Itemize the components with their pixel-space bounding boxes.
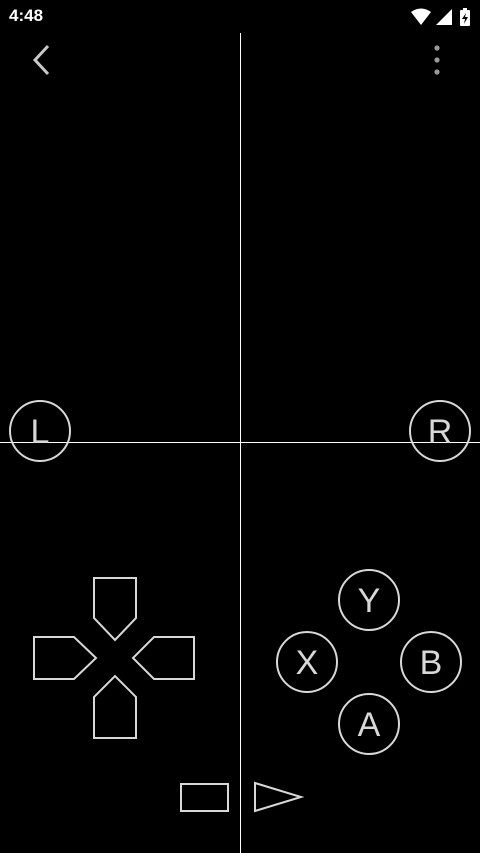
face-y-button[interactable]: Y (338, 569, 400, 631)
dpad-down-icon[interactable] (93, 674, 137, 739)
shoulder-l-label: L (31, 413, 50, 451)
overflow-menu-button[interactable] (416, 36, 458, 84)
face-x-button[interactable]: X (276, 631, 338, 693)
shoulder-l-button[interactable]: L (9, 400, 71, 462)
back-button[interactable] (18, 36, 64, 84)
face-a-button[interactable]: A (338, 693, 400, 755)
controller-overlay: L R Y X B A (0, 33, 480, 853)
dpad-right-icon[interactable] (131, 636, 195, 680)
face-y-label: Y (358, 582, 381, 620)
face-b-button[interactable]: B (400, 631, 462, 693)
dpad-left-icon[interactable] (33, 636, 98, 680)
dpad (33, 577, 195, 739)
start-play-icon[interactable] (254, 781, 305, 813)
face-a-label: A (358, 706, 381, 744)
select-button-icon[interactable] (180, 783, 229, 812)
face-x-label: X (296, 644, 319, 682)
shoulder-r-button[interactable]: R (409, 400, 471, 462)
face-b-label: B (420, 644, 443, 682)
shoulder-r-label: R (428, 413, 453, 451)
dpad-up-icon[interactable] (93, 577, 137, 642)
